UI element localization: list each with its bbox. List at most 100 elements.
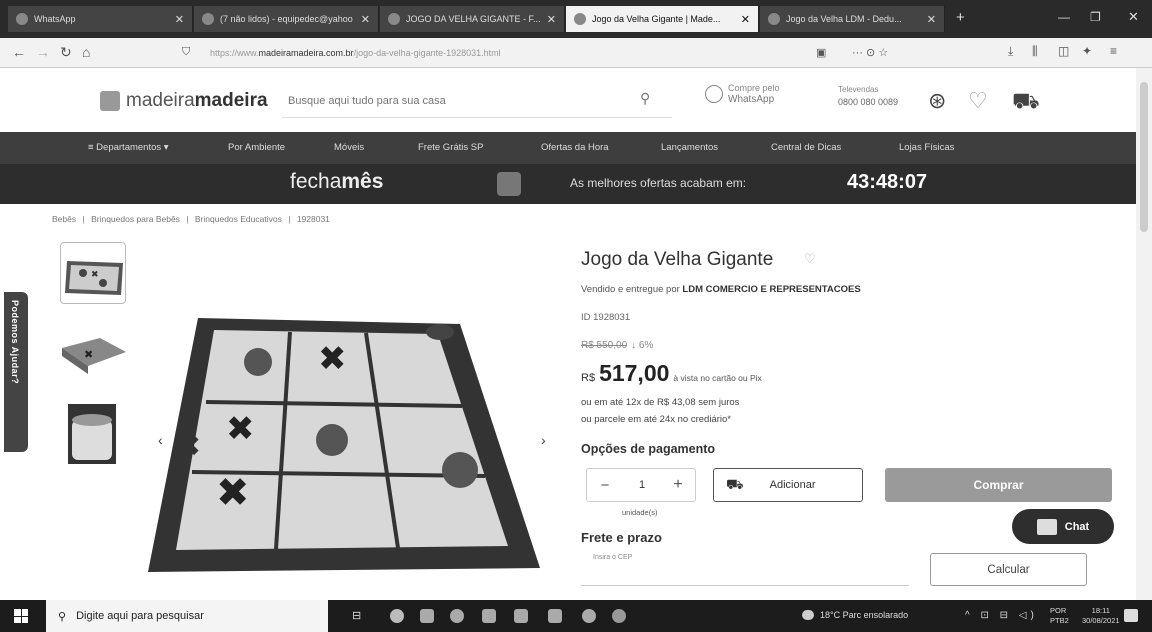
language-indicator[interactable]: POR PTB2 <box>1050 606 1069 626</box>
window-close-button[interactable]: ✕ <box>1128 9 1139 25</box>
crumb-sep: | <box>288 214 291 224</box>
chat-button[interactable]: Chat <box>1012 509 1114 544</box>
crumb-educativos[interactable]: Brinquedos Educativos <box>195 214 282 224</box>
crumb-id: 1928031 <box>296 214 330 224</box>
document-icon <box>768 13 780 25</box>
credit-installments-text: ou parcele em até 24x no crediário* <box>581 414 731 425</box>
chrome-icon[interactable] <box>390 609 404 623</box>
dept-por-ambiente[interactable]: Por Ambiente <box>228 142 285 153</box>
sidebar-icon[interactable]: ◫ <box>1058 44 1069 58</box>
quantity-value[interactable]: 1 <box>623 479 661 491</box>
weather-widget[interactable]: 18°C Parc ensolarado <box>802 610 908 620</box>
search-input[interactable] <box>282 84 672 118</box>
price-note: à vista no cartão ou Pix <box>673 373 762 383</box>
seller-prefix: Vendido e entregue por <box>581 284 680 295</box>
page-actions-menu[interactable]: ··· ⊙ ☆ <box>852 46 888 59</box>
excel-icon[interactable] <box>514 609 528 623</box>
notification-icon[interactable] <box>1124 609 1138 622</box>
system-tray[interactable]: ^ ⊡ ⊟ ◁) <box>965 610 1038 621</box>
crumb-sep: | <box>82 214 85 224</box>
close-icon[interactable]: ✕ <box>741 13 750 26</box>
task-view-icon[interactable]: ⊟ <box>352 609 366 623</box>
quantity-decrease-button[interactable]: − <box>587 477 623 494</box>
product-title: Jogo da Velha Gigante <box>581 249 774 270</box>
svg-text:✖: ✖ <box>176 429 201 464</box>
tab-madeira-active[interactable]: Jogo da Velha Gigante | Made... ✕ <box>566 6 759 32</box>
home-icon[interactable]: ⌂ <box>82 44 90 60</box>
clock-date: 30/08/2021 <box>1082 616 1120 625</box>
close-icon[interactable]: ✕ <box>361 13 370 26</box>
chrome-app-icon[interactable] <box>582 609 596 623</box>
browser-icon[interactable] <box>450 609 464 623</box>
user-icon[interactable]: ⊛ <box>928 88 946 114</box>
url-prefix: https://www. <box>210 48 259 58</box>
taskbar-search[interactable]: ⚲ Digite aqui para pesquisar <box>46 600 328 632</box>
dept-moveis[interactable]: Móveis <box>334 142 364 153</box>
favorite-heart-icon[interactable]: ♡ <box>804 251 816 267</box>
extension-icon[interactable]: ✦ <box>1082 44 1092 58</box>
promo-text: As melhores ofertas acabam em: <box>570 176 747 190</box>
crumb-brinquedos-bebes[interactable]: Brinquedos para Bebês <box>91 214 180 224</box>
tab-email[interactable]: (7 não lidos) - equipedec@yahoo ✕ <box>194 6 379 32</box>
thumbnail-2[interactable]: ✖ <box>60 318 126 380</box>
calculate-shipping-button[interactable]: Calcular <box>930 553 1087 586</box>
dept-frete-gratis[interactable]: Frete Grátis SP <box>418 142 483 153</box>
mail-app-icon[interactable] <box>482 609 496 623</box>
help-tab[interactable]: Podemos Ajudar? <box>4 292 28 452</box>
svg-text:✖: ✖ <box>318 339 347 379</box>
minimize-button[interactable]: — <box>1058 10 1070 24</box>
site-logo[interactable]: madeira madeira <box>100 90 268 112</box>
quantity-increase-button[interactable]: + <box>661 476 695 494</box>
tab-ldm[interactable]: Jogo da Velha LDM - Dedu... ✕ <box>760 6 945 32</box>
dept-lojas-fisicas[interactable]: Lojas Físicas <box>899 142 954 153</box>
close-icon[interactable]: ✕ <box>927 13 936 26</box>
url-domain: madeiramadeira.com.br <box>258 48 354 58</box>
thumbnail-3[interactable] <box>60 402 126 464</box>
word-icon[interactable] <box>548 609 562 623</box>
crumb-bebes[interactable]: Bebês <box>52 214 76 224</box>
seller-name[interactable]: LDM COMERCIO E REPRESENTACOES <box>682 284 860 295</box>
televendas[interactable]: Televendas 0800 080 0089 <box>838 84 898 109</box>
reader-icon[interactable]: ▣ <box>816 46 826 59</box>
old-price-value: R$ 550,00 <box>581 340 628 351</box>
thumbnail-1[interactable]: ✖ <box>60 242 126 304</box>
firefox-icon[interactable] <box>612 609 626 623</box>
forward-icon[interactable]: → <box>36 44 50 60</box>
cart-icon[interactable]: ⛟ <box>1012 88 1040 117</box>
tab-jogo-google[interactable]: JOGO DA VELHA GIGANTE - F... ✕ <box>380 6 565 32</box>
close-icon[interactable]: ✕ <box>175 13 184 26</box>
dept-ofertas[interactable]: Ofertas da Hora <box>541 142 609 153</box>
close-icon[interactable]: ✕ <box>547 13 556 26</box>
restore-button[interactable]: ❐ <box>1090 10 1101 24</box>
library-icon[interactable]: ⫼ <box>1032 44 1038 59</box>
heart-icon[interactable]: ♡ <box>968 88 988 114</box>
windows-start-icon[interactable] <box>14 609 28 623</box>
shield-icon[interactable]: ⛉ <box>182 46 190 59</box>
shipping-title: Frete e prazo <box>581 530 662 545</box>
reload-icon[interactable]: ↻ <box>60 44 72 61</box>
folder-icon[interactable] <box>420 609 434 623</box>
download-icon[interactable]: ⤓ <box>1008 44 1013 59</box>
clock[interactable]: 18:11 30/08/2021 <box>1082 606 1120 626</box>
url-field[interactable]: https://www. madeiramadeira.com.br/jogo-d… <box>210 43 660 63</box>
quantity-unit-label: unidade(s) <box>622 508 658 517</box>
google-icon <box>388 13 400 25</box>
dept-lancamentos[interactable]: Lançamentos <box>661 142 718 153</box>
dept-central-dicas[interactable]: Central de Dicas <box>771 142 841 153</box>
menu-icon[interactable]: ≡ <box>1110 44 1117 58</box>
next-image-arrow[interactable]: › <box>541 432 546 448</box>
add-to-cart-button[interactable]: ⛟ Adicionar <box>713 468 863 502</box>
payment-options-link[interactable]: Opções de pagamento <box>581 442 715 456</box>
cep-input[interactable]: Insira o CEP <box>581 552 909 586</box>
tab-whatsapp[interactable]: WhatsApp ✕ <box>8 6 193 32</box>
search-icon[interactable]: ⚲ <box>640 90 650 107</box>
dept-departamentos[interactable]: ≡ Departamentos ▾ <box>88 142 169 153</box>
cloud-icon <box>802 610 814 620</box>
promo-banner[interactable]: fechamês As melhores ofertas acabam em: … <box>0 164 1136 204</box>
whatsapp-link[interactable]: Compre pelo WhatsApp <box>705 83 780 105</box>
back-icon[interactable]: ← <box>12 44 26 60</box>
thumbnail-pieces-image: ✖ <box>62 338 126 374</box>
scrollbar-thumb[interactable] <box>1140 82 1148 232</box>
new-tab-button[interactable]: + <box>956 9 965 26</box>
buy-button[interactable]: Comprar <box>885 468 1112 502</box>
